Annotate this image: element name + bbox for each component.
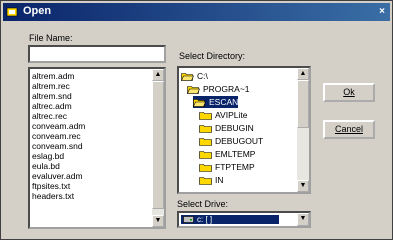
- drive-selected: c: [ ]: [181, 215, 279, 224]
- tree-item[interactable]: EMLTEMP: [199, 148, 255, 160]
- window-title: Open: [23, 5, 52, 17]
- folder-icon: [199, 125, 212, 134]
- tree-item[interactable]: IN: [199, 174, 224, 186]
- list-item[interactable]: conveam.adm: [30, 121, 164, 131]
- tree-item[interactable]: ESCAN: [193, 96, 239, 108]
- directory-tree[interactable]: C:\ PROGRA~1 ESCAN AVIPLite DEBUGIN DEBUGOUT E…: [177, 66, 311, 194]
- title-bar[interactable]: Open ×: [3, 3, 390, 21]
- ok-button[interactable]: Ok: [323, 83, 375, 102]
- list-item[interactable]: altrec.rec: [30, 111, 164, 121]
- tree-item-label: AVIPLite: [215, 110, 248, 120]
- list-item[interactable]: conveam.snd: [30, 141, 164, 151]
- list-item[interactable]: altrec.adm: [30, 101, 164, 111]
- tree-item-label: C:\: [197, 71, 208, 81]
- tree-item-label: PROGRA~1: [203, 84, 250, 94]
- open-dialog: Open × File Name: altrem.adm altrem.rec al…: [0, 0, 393, 240]
- list-item[interactable]: altrem.rec: [30, 81, 164, 91]
- tree-item[interactable]: AVIPLite: [199, 109, 247, 121]
- tree-item[interactable]: PROGRA~1: [187, 83, 250, 95]
- close-icon[interactable]: ×: [375, 5, 389, 19]
- file-rows: altrem.adm altrem.rec altrem.snd altrec.adm…: [30, 69, 164, 201]
- arrow-down-icon[interactable]: ▼: [297, 180, 309, 192]
- list-item[interactable]: eula.bd: [30, 161, 164, 171]
- arrow-down-icon[interactable]: ▼: [152, 215, 164, 227]
- list-item[interactable]: eslag.bd: [30, 151, 164, 161]
- tree-item-label: IN: [215, 175, 224, 185]
- list-item[interactable]: evaluver.adm: [30, 171, 164, 181]
- arrow-up-icon[interactable]: ▲: [297, 68, 309, 80]
- list-item[interactable]: altrem.snd: [30, 91, 164, 101]
- file-name-label: File Name:: [29, 33, 73, 43]
- file-list-scrollbar[interactable]: ▲ ▼: [152, 69, 164, 227]
- tree-item[interactable]: FTPTEMP: [199, 161, 255, 173]
- file-name-input[interactable]: [28, 45, 166, 63]
- tree-item-label: DEBUGIN: [215, 123, 254, 133]
- cancel-button[interactable]: Cancel: [323, 120, 375, 139]
- drive-select[interactable]: c: [ ] ▼: [177, 211, 311, 228]
- tree-item-label: ESCAN: [209, 97, 239, 107]
- app-icon: [6, 7, 18, 17]
- folder-open-icon: [193, 99, 206, 108]
- tree-item-label: DEBUGOUT: [215, 136, 264, 146]
- select-drive-label: Select Drive:: [177, 199, 229, 209]
- file-list[interactable]: altrem.adm altrem.rec altrem.snd altrec.adm…: [28, 67, 166, 229]
- list-item[interactable]: ftpsites.txt: [30, 181, 164, 191]
- hard-drive-icon: [183, 216, 194, 223]
- chevron-down-icon[interactable]: ▼: [297, 213, 309, 226]
- tree-item-label: FTPTEMP: [215, 162, 255, 172]
- drive-value: c: [ ]: [197, 215, 213, 224]
- folder-icon: [199, 151, 212, 160]
- list-item[interactable]: altrem.adm: [30, 71, 164, 81]
- folder-icon: [199, 138, 212, 147]
- directory-scrollbar[interactable]: ▲ ▼: [297, 68, 309, 192]
- tree-item[interactable]: DEBUGIN: [199, 122, 254, 134]
- directory-scroll-thumb[interactable]: [297, 80, 309, 128]
- arrow-up-icon[interactable]: ▲: [152, 69, 164, 81]
- list-item[interactable]: headers.txt: [30, 191, 164, 201]
- folder-icon: [199, 177, 212, 186]
- folder-icon: [199, 112, 212, 121]
- tree-item-label: EMLTEMP: [215, 149, 256, 159]
- folder-open-icon: [181, 73, 194, 82]
- select-directory-label: Select Directory:: [179, 51, 246, 61]
- file-list-scroll-thumb[interactable]: [152, 81, 164, 209]
- tree-item[interactable]: DEBUGOUT: [199, 135, 263, 147]
- folder-open-icon: [187, 86, 200, 95]
- tree-item[interactable]: C:\: [181, 70, 208, 82]
- list-item[interactable]: conveam.rec: [30, 131, 164, 141]
- folder-icon: [199, 164, 212, 173]
